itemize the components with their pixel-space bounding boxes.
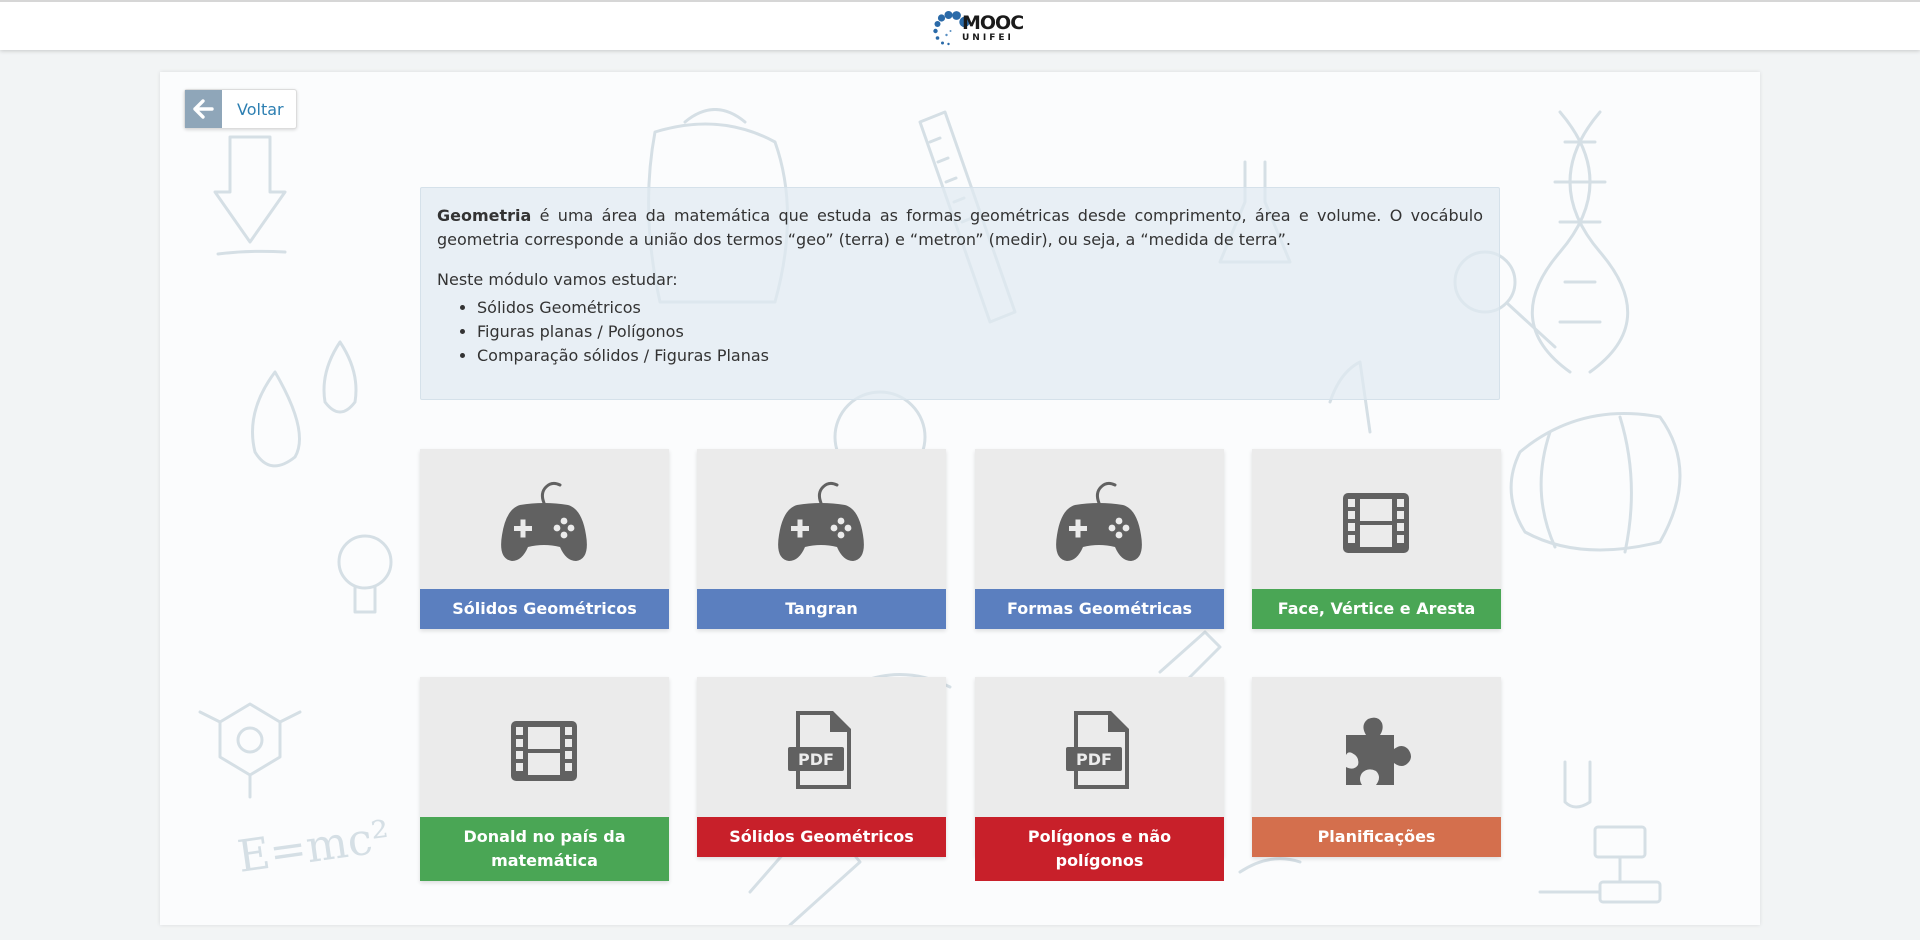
intro-paragraph: Geometria é uma área da matemática que e… [437,204,1483,252]
film-icon [511,721,577,781]
card-icon-area [420,677,669,817]
card-solidos-geometricos-pdf[interactable]: PDF Sólidos Geométricos [697,677,946,857]
card-label: Sólidos Geométricos [420,589,669,629]
pdf-icon: PDF [788,711,851,789]
back-button[interactable]: Voltar [184,89,297,129]
card-label: Polígonos e não polígonos [975,817,1224,881]
top-bar: MOOC UNIFEI [0,0,1920,50]
card-icon-area: PDF [697,677,946,817]
arrow-left-icon [193,99,214,119]
gamepad-icon [778,481,864,561]
svg-text:PDF: PDF [1076,750,1112,769]
svg-text:E=mc²: E=mc² [234,811,393,883]
film-icon [1343,493,1409,553]
pdf-icon: PDF [1066,711,1129,789]
card-label: Formas Geométricas [975,589,1224,629]
card-label: Face, Vértice e Aresta [1252,589,1501,629]
logo-title: MOOC [962,12,1024,34]
card-label: Sólidos Geométricos [697,817,946,857]
topic-item: Figuras planas / Polígonos [477,320,1483,344]
card-label: Tangran [697,589,946,629]
topic-item: Sólidos Geométricos [477,296,1483,320]
intro-box: Geometria é uma área da matemática que e… [420,187,1500,400]
card-face-vertice-aresta[interactable]: Face, Vértice e Aresta [1252,449,1501,629]
gamepad-icon [1056,481,1142,561]
card-icon-area [697,449,946,589]
card-tangran[interactable]: Tangran [697,449,946,629]
card-label: Planificações [1252,817,1501,857]
card-icon-area: PDF [975,677,1224,817]
puzzle-icon [1346,717,1411,785]
back-button-label: Voltar [237,100,284,119]
intro-term: Geometria [437,206,532,225]
card-icon-area [1252,449,1501,589]
back-arrow-box [185,90,222,128]
intro-subtitle: Neste módulo vamos estudar: [437,270,678,289]
logo-subtitle: UNIFEI [962,33,1014,43]
card-poligonos[interactable]: PDF Polígonos e não polígonos [975,677,1224,881]
topic-item: Comparação sólidos / Figuras Planas [477,344,1483,368]
svg-text:PDF: PDF [798,750,834,769]
card-icon-area [420,449,669,589]
card-label: Donald no país da matemática [420,817,669,881]
topic-list: Sólidos Geométricos Figuras planas / Pol… [437,296,1483,368]
card-formas-geometricas[interactable]: Formas Geométricas [975,449,1224,629]
card-icon-area [975,449,1224,589]
card-solidos-geometricos-game[interactable]: Sólidos Geométricos [420,449,669,629]
card-planificacoes[interactable]: Planificações [1252,677,1501,857]
intro-text: é uma área da matemática que estuda as f… [437,206,1483,249]
gamepad-icon [501,481,587,561]
card-donald[interactable]: Donald no país da matemática [420,677,669,881]
content-panel: E=mc² Voltar Geometria é uma área da mat… [160,72,1760,925]
card-icon-area [1252,677,1501,817]
